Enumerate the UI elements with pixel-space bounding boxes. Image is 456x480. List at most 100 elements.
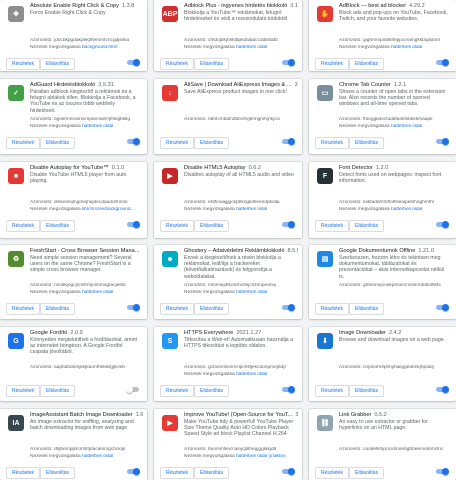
inspect-label: Nézetek megvizsgálása [184, 290, 235, 295]
inspect-view-link[interactable]: háttérbeli oldal [236, 207, 267, 212]
inspect-view-link[interactable]: háttérbeli oldal (inaktív) [236, 454, 286, 459]
extension-card: ▤ Google Dokumentumok Offline 1.21.0 Szerke… [309, 245, 456, 319]
enable-toggle[interactable] [127, 304, 140, 311]
remove-button[interactable]: Eltávolítás [40, 303, 76, 315]
details-button[interactable]: Részletek [6, 220, 40, 232]
extension-id: Azonosító: gighmmpiobklfepjocnamgkkbigli… [339, 38, 452, 43]
enable-toggle[interactable] [436, 59, 449, 66]
enable-toggle[interactable] [282, 468, 295, 475]
remove-button[interactable]: Eltávolítás [349, 385, 385, 397]
inspect-view-link[interactable]: háttérbeli oldal [236, 372, 267, 377]
details-button[interactable]: Részletek [315, 58, 349, 70]
details-button[interactable]: Részletek [160, 467, 194, 479]
inspect-label: Nézetek megvizsgálása [30, 45, 81, 50]
extension-version: 2021.1.27 [236, 330, 262, 336]
extension-card: ▭ Chrome Tab Counter 1.2.1 Shows a counter … [309, 79, 456, 154]
enable-toggle[interactable] [126, 386, 139, 393]
extension-card: ■ Disable Autoplay for YouTube™ 0.1.0 Disab… [0, 162, 147, 238]
enable-toggle[interactable] [127, 468, 140, 475]
details-button[interactable]: Részletek [160, 303, 194, 315]
inspect-view-link[interactable]: háttérbeli oldal [82, 454, 113, 459]
extension-version: 2.0.9 [70, 330, 83, 336]
extension-id: Azonosító: nmidkjogcjnmllrmjcebmagfacjei… [30, 283, 143, 288]
details-button[interactable]: Részletek [160, 385, 194, 397]
details-button[interactable]: Részletek [315, 137, 349, 149]
extension-id: Azonosító: gcbommkclmclpchllfjekcdonpmej… [184, 365, 298, 370]
details-button[interactable]: Részletek [315, 385, 349, 397]
remove-button[interactable]: Eltávolítás [194, 385, 230, 397]
remove-button[interactable]: Eltávolítás [349, 220, 385, 232]
toggle-knob [133, 138, 140, 145]
enable-toggle[interactable] [282, 386, 295, 393]
shield-icon: ✓ [8, 85, 24, 101]
inspect-views: Nézetek megvizsgálása háttérbeli oldal [184, 45, 298, 50]
extension-card: ABP Adblock Plus - ingyenes hirdetés blok… [154, 0, 302, 71]
enable-toggle[interactable] [436, 138, 449, 145]
remove-button[interactable]: Eltávolítás [194, 220, 230, 232]
ia-icon: IA [8, 415, 24, 431]
freshstart-icon: ♻ [8, 251, 24, 267]
enable-toggle[interactable] [127, 59, 140, 66]
details-button[interactable]: Részletek [315, 467, 349, 479]
inspect-view-link[interactable]: lib/chrome/background... [82, 207, 135, 212]
id-label: Azonosító: [30, 117, 53, 122]
id-label: Azonosító: [30, 447, 53, 452]
details-button[interactable]: Részletek [6, 58, 40, 70]
remove-button[interactable]: Eltávolítás [194, 137, 230, 149]
enable-toggle[interactable] [436, 221, 449, 228]
enable-toggle[interactable] [282, 138, 295, 145]
inspect-view-link[interactable]: háttérbeli oldal [82, 290, 113, 295]
extension-description: Páratlan adblock kiegészítő a reklámok é… [30, 89, 136, 114]
remove-button[interactable]: Eltávolítás [40, 385, 76, 397]
id-value: jdocbkpgdakpekjlhemmfcncgdjeiika [54, 38, 130, 43]
remove-button[interactable]: Eltávolítás [194, 303, 230, 315]
inspect-view-link[interactable]: háttérbeli oldal [391, 124, 422, 129]
inspect-view-link[interactable]: háttérbeli oldal [391, 45, 422, 50]
inspect-views: Nézetek megvizsgálása háttérbeli oldal [184, 290, 298, 295]
details-button[interactable]: Részletek [6, 303, 40, 315]
details-button[interactable]: Részletek [6, 385, 40, 397]
id-label: Azonosító: [339, 365, 362, 370]
remove-button[interactable]: Eltávolítás [349, 137, 385, 149]
details-button[interactable]: Részletek [160, 137, 194, 149]
enable-toggle[interactable] [436, 386, 449, 393]
details-button[interactable]: Részletek [6, 137, 40, 149]
details-button[interactable]: Részletek [315, 303, 349, 315]
details-button[interactable]: Részletek [160, 58, 194, 70]
enable-toggle[interactable] [436, 468, 449, 475]
inspect-view-link[interactable]: háttérbeli oldal [391, 207, 422, 212]
extension-description: Szerkesszen, hozzon létre és tekintsen m… [339, 255, 445, 280]
remove-button[interactable]: Eltávolítás [40, 137, 76, 149]
remove-button[interactable]: Eltávolítás [349, 303, 385, 315]
inspect-label: Nézetek megvizsgálása [184, 207, 235, 212]
extension-id: Azonosító: caodelkhipncidmoebgbbeemedohc… [339, 447, 452, 452]
extension-title: AdGuard Hirdetésblokkoló [30, 82, 96, 88]
remove-button[interactable]: Eltávolítás [349, 58, 385, 70]
inspect-view-link[interactable]: background.html [82, 45, 117, 50]
image-download-icon: ⬇ [317, 333, 333, 349]
enable-toggle[interactable] [436, 304, 449, 311]
extension-version: 1.6.1 [142, 248, 143, 254]
enable-toggle[interactable] [127, 221, 140, 228]
id-label: Azonosító: [184, 365, 207, 370]
enable-toggle[interactable] [282, 304, 295, 311]
details-button[interactable]: Részletek [315, 220, 349, 232]
inspect-view-link[interactable]: háttérbeli oldal [236, 45, 267, 50]
remove-button[interactable]: Eltávolítás [40, 220, 76, 232]
toggle-knob [133, 304, 140, 311]
remove-button[interactable]: Eltávolítás [194, 58, 230, 70]
enable-toggle[interactable] [282, 221, 295, 228]
toggle-knob [288, 304, 295, 311]
remove-button[interactable]: Eltávolítás [349, 467, 385, 479]
inspect-view-link[interactable]: háttérbeli oldal [82, 124, 113, 129]
inspect-view-link[interactable]: háttérbeli oldal [236, 290, 267, 295]
enable-toggle[interactable] [127, 138, 140, 145]
remove-button[interactable]: Eltávolítás [40, 467, 76, 479]
details-button[interactable]: Részletek [6, 467, 40, 479]
remove-button[interactable]: Eltávolítás [40, 58, 76, 70]
enable-toggle[interactable] [282, 59, 295, 66]
remove-button[interactable]: Eltávolítás [194, 467, 230, 479]
stop-icon: ■ [8, 168, 24, 184]
details-button[interactable]: Részletek [160, 220, 194, 232]
inspect-views: Nézetek megvizsgálása háttérbeli oldal [30, 124, 143, 129]
